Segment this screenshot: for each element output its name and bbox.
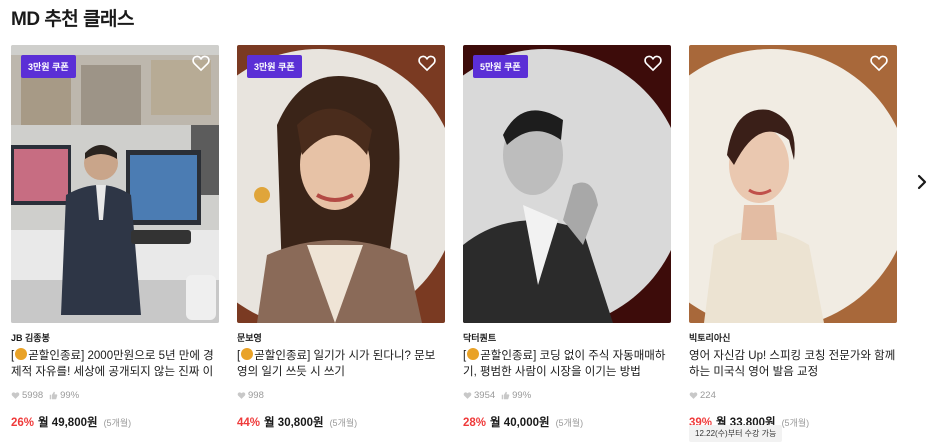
class-stats: 224 <box>689 390 897 401</box>
class-title[interactable]: [곧할인종료] 코딩 없이 주식 자동매매하기, 평범한 사람이 시장을 이기는… <box>463 348 671 380</box>
coupon-badge: 3만원 쿠폰 <box>21 55 76 78</box>
heart-icon[interactable] <box>869 53 889 73</box>
heart-icon[interactable] <box>643 53 663 73</box>
monthly-price: 월 40,000원 <box>490 417 550 429</box>
fire-icon <box>467 348 480 360</box>
price-row: 44% 월 30,800원 (5개월) <box>237 414 445 430</box>
fire-icon <box>241 348 254 360</box>
class-photo <box>704 109 824 323</box>
price-row: 28% 월 40,000원 (5개월) <box>463 414 671 430</box>
class-thumbnail[interactable]: 3만원 쿠폰 <box>237 45 445 323</box>
discount-rate: 26% <box>11 417 35 429</box>
class-photo <box>463 110 613 323</box>
installment-period: (5개월) <box>329 418 358 428</box>
likes-count: 3954 <box>474 390 496 401</box>
installment-period: (5개월) <box>555 418 584 428</box>
rating-percent: 99% <box>512 390 532 401</box>
installment-period: (5개월) <box>103 418 132 428</box>
chevron-right-icon[interactable] <box>914 172 930 192</box>
class-stats: 3954 99% <box>463 390 671 401</box>
class-card[interactable]: 빅토리아신 영어 자신감 Up! 스피킹 코칭 전문가와 함께 하는 미국식 영… <box>689 45 897 430</box>
class-title[interactable]: 영어 자신감 Up! 스피킹 코칭 전문가와 함께 하는 미국식 영어 발음 교… <box>689 348 897 380</box>
class-thumbnail[interactable] <box>689 45 897 323</box>
heart-small-icon <box>689 392 698 399</box>
coupon-badge: 3만원 쿠폰 <box>247 55 302 78</box>
heart-small-icon <box>463 392 472 399</box>
monthly-price: 월 49,800원 <box>38 417 98 429</box>
creator-name: JB 김종봉 <box>11 333 50 343</box>
installment-period: (5개월) <box>781 418 810 428</box>
availability-notice: 12.22(수)부터 수강 가능 <box>689 425 783 442</box>
creator-name: 문보영 <box>237 333 262 343</box>
discount-rate: 44% <box>237 417 261 429</box>
coupon-badge: 5만원 쿠폰 <box>473 55 528 78</box>
class-title[interactable]: [곧할인종료] 2000만원으로 5년 만에 경제적 자유를! 세상에 공개되지… <box>11 348 219 380</box>
class-card[interactable]: 3만원 쿠폰 JB 김종봉 [곧할인종료] 2000만원으로 5년 만에 경제적… <box>11 45 219 430</box>
creator-name: 빅토리아신 <box>689 333 731 343</box>
section-title: MD 추천 클래스 <box>11 9 135 30</box>
creator-name: 닥터퀀트 <box>463 333 497 343</box>
heart-icon[interactable] <box>191 53 211 73</box>
class-thumbnail[interactable]: 5만원 쿠폰 <box>463 45 671 323</box>
class-photo <box>254 76 422 323</box>
discount-rate: 28% <box>463 417 487 429</box>
class-thumbnail[interactable]: 3만원 쿠폰 <box>11 45 219 323</box>
heart-icon[interactable] <box>417 53 437 73</box>
class-stats: 998 <box>237 390 445 401</box>
rating-percent: 99% <box>60 390 80 401</box>
class-card[interactable]: 5만원 쿠폰 닥터퀀트 [곧할인종료] 코딩 없이 주식 자동매매하기, 평범한… <box>463 45 671 430</box>
class-stats: 5998 99% <box>11 390 219 401</box>
likes-count: 998 <box>248 390 264 401</box>
likes-count: 5998 <box>22 390 44 401</box>
class-card[interactable]: 3만원 쿠폰 문보영 [곧할인종료] 일기가 시가 된다니? 문보영의 일기 쓰… <box>237 45 445 430</box>
price-row: 26% 월 49,800원 (5개월) <box>11 414 219 430</box>
likes-count: 224 <box>700 390 716 401</box>
heart-small-icon <box>237 392 246 399</box>
monthly-price: 월 30,800원 <box>264 417 324 429</box>
heart-small-icon <box>11 392 20 399</box>
fire-icon <box>15 348 28 360</box>
thumbs-up-icon <box>501 391 510 400</box>
class-title[interactable]: [곧할인종료] 일기가 시가 된다니? 문보영의 일기 쓰듯 시 쓰기 <box>237 348 445 380</box>
class-photo <box>11 45 219 323</box>
thumbs-up-icon <box>49 391 58 400</box>
